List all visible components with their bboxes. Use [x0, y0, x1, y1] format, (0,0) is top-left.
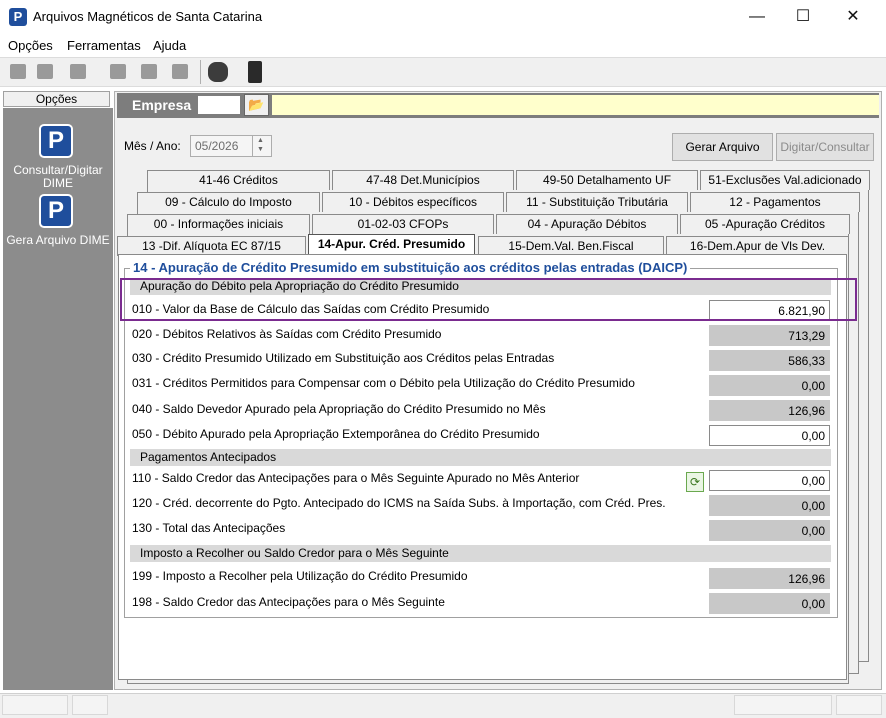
stop-icon[interactable]	[70, 64, 86, 79]
empresa-code-input[interactable]	[197, 95, 241, 115]
window-title: Arquivos Magnéticos de Santa Catarina	[33, 9, 263, 24]
row-label-040: 040 - Saldo Devedor Apurado pela Apropri…	[132, 402, 546, 416]
value-field-120: 0,00	[709, 495, 830, 516]
gerar-arquivo-button[interactable]: Gerar Arquivo	[672, 133, 773, 161]
gera-arquivo-icon[interactable]: P	[39, 194, 73, 228]
group-header-imposto: Imposto a Recolher ou Saldo Credor para …	[130, 545, 831, 562]
tab-41-46[interactable]: 41-46 Créditos	[147, 170, 330, 190]
empresa-label: Empresa	[132, 97, 192, 113]
value-field-198: 0,00	[709, 593, 830, 614]
row-label-110: 110 - Saldo Credor das Antecipações para…	[132, 471, 580, 485]
consultar-digitar-icon[interactable]: P	[39, 124, 73, 158]
value-field-031: 0,00	[709, 375, 830, 396]
tab-13[interactable]: 13 -Dif. Alíquota EC 87/15	[117, 236, 306, 256]
tab-16[interactable]: 16-Dem.Apur de Vls Dev.	[666, 236, 849, 256]
row-label-199: 199 - Imposto a Recolher pela Utilização…	[132, 569, 468, 583]
value-field-130: 0,00	[709, 520, 830, 541]
menu-opcoes[interactable]: Opções	[8, 38, 53, 53]
spin-down-icon[interactable]: ▼	[257, 146, 264, 153]
row-label-020: 020 - Débitos Relativos às Saídas com Cr…	[132, 327, 442, 341]
undo-icon[interactable]	[37, 64, 53, 79]
tab-15[interactable]: 15-Dem.Val. Ben.Fiscal	[478, 236, 664, 256]
print-icon[interactable]	[141, 64, 157, 79]
row-label-030: 030 - Crédito Presumido Utilizado em Sub…	[132, 351, 555, 365]
spin-up-icon[interactable]: ▲	[257, 137, 264, 144]
tab-10[interactable]: 10 - Débitos específicos	[322, 192, 504, 212]
refresh-icon[interactable]: ⟳	[686, 472, 704, 492]
status-panel-2	[72, 695, 108, 715]
mes-ano-spinner[interactable]: ▲ ▼	[252, 136, 271, 156]
open-document-icon[interactable]	[10, 64, 26, 79]
sidebar-header: Opções	[3, 91, 110, 107]
mes-ano-label: Mês / Ano:	[124, 139, 181, 153]
maximize-button[interactable]: ☐	[780, 4, 826, 30]
status-panel-4	[836, 695, 882, 715]
highlight-box	[120, 278, 857, 321]
row-label-130: 130 - Total das Antecipações	[132, 521, 286, 535]
value-field-110[interactable]: 0,00	[709, 470, 830, 491]
toolbar-separator	[200, 60, 201, 84]
tab-14-active[interactable]: 14-Apur. Créd. Presumido	[308, 234, 475, 256]
group-header-pagamentos: Pagamentos Antecipados	[130, 449, 831, 466]
app-icon: P	[9, 8, 27, 26]
menu-ferramentas[interactable]: Ferramentas	[67, 38, 141, 53]
sidebar-item-consultar-digitar[interactable]: Consultar/Digitar DIME	[3, 164, 113, 190]
tab-01-02-03[interactable]: 01-02-03 CFOPs	[312, 214, 494, 234]
exit-door-icon[interactable]	[248, 61, 262, 83]
sidebar-item-gera-arquivo[interactable]: Gera Arquivo DIME	[3, 234, 113, 247]
row-label-031: 031 - Créditos Permitidos para Compensar…	[132, 376, 635, 390]
value-field-040: 126,96	[709, 400, 830, 421]
value-field-050[interactable]: 0,00	[709, 425, 830, 446]
section-title: 14 - Apuração de Crédito Presumido em su…	[130, 260, 691, 275]
value-field-030: 586,33	[709, 350, 830, 371]
digitar-consultar-button[interactable]: Digitar/Consultar	[776, 133, 874, 161]
tab-51[interactable]: 51-Exclusões Val.adicionado	[700, 170, 870, 190]
tools-icon[interactable]	[208, 62, 228, 82]
minimize-button[interactable]: —	[734, 4, 780, 30]
row-label-120: 120 - Créd. decorrente do Pgto. Antecipa…	[132, 496, 666, 510]
tab-47-48[interactable]: 47-48 Det.Municípios	[332, 170, 514, 190]
tab-12[interactable]: 12 - Pagamentos	[690, 192, 860, 212]
document-icon[interactable]	[110, 64, 126, 79]
menu-ajuda[interactable]: Ajuda	[153, 38, 186, 53]
toolbar	[0, 57, 886, 87]
tab-05[interactable]: 05 -Apuração Créditos	[680, 214, 850, 234]
row-label-198: 198 - Saldo Credor das Antecipações para…	[132, 595, 445, 609]
tab-49-50[interactable]: 49-50 Detalhamento UF	[516, 170, 698, 190]
value-field-020: 713,29	[709, 325, 830, 346]
print-preview-icon[interactable]	[172, 64, 188, 79]
close-button[interactable]: ✕	[830, 4, 876, 30]
tab-11[interactable]: 11 - Substituição Tributária	[506, 192, 688, 212]
status-panel-1	[2, 695, 68, 715]
row-label-050: 050 - Débito Apurado pela Apropriação Ex…	[132, 427, 540, 441]
tab-04[interactable]: 04 - Apuração Débitos	[496, 214, 678, 234]
folder-open-icon[interactable]: 📂	[244, 94, 269, 116]
status-panel-3	[734, 695, 832, 715]
empresa-name-field	[272, 95, 879, 115]
value-field-199: 126,96	[709, 568, 830, 589]
tab-00[interactable]: 00 - Informações iniciais	[127, 214, 310, 234]
tab-09[interactable]: 09 - Cálculo do Imposto	[137, 192, 320, 212]
